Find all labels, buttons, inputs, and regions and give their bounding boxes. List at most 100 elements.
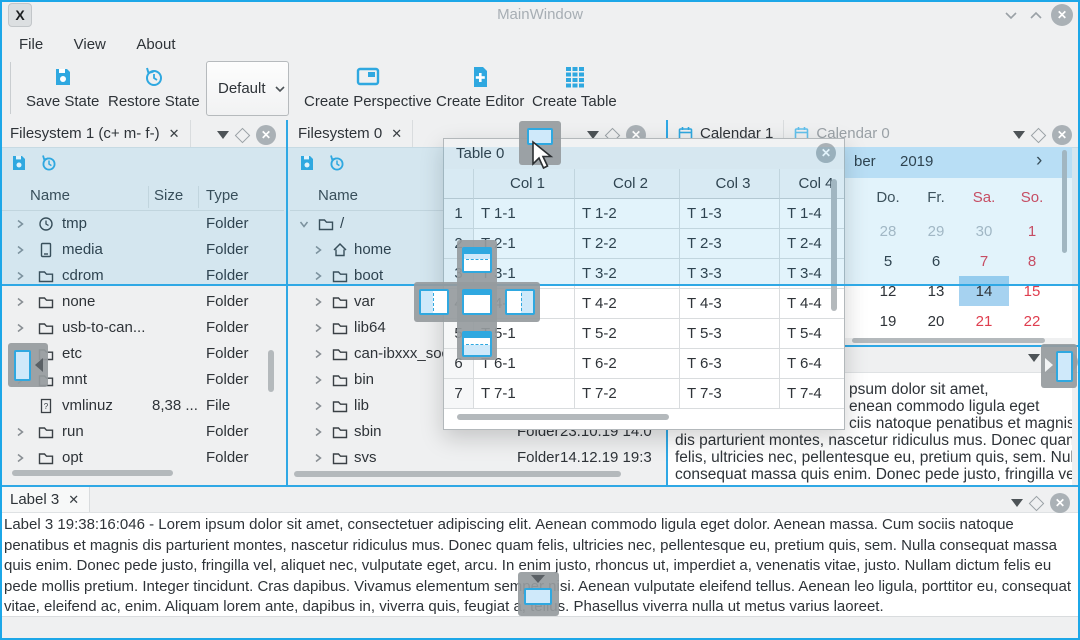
drop-right-icon[interactable] (505, 289, 535, 315)
calendar-day[interactable]: 19 (863, 306, 913, 336)
tree-row[interactable]: usb-to-can...Folder (2, 315, 284, 341)
menu-view[interactable]: View (61, 30, 119, 59)
fs1-vertical-scrollbar[interactable] (268, 350, 274, 392)
table-cell[interactable]: T 1-2 (574, 199, 679, 229)
table-cell[interactable]: T 2-2 (574, 229, 679, 259)
calendar-day[interactable]: 15 (1007, 276, 1057, 306)
drop-edge-bottom-icon[interactable] (524, 588, 552, 605)
calendar-day[interactable]: 7 (959, 246, 1009, 276)
calendar-day[interactable]: 12 (863, 276, 913, 306)
calendar-day[interactable]: 14 (959, 276, 1009, 306)
table-column-header[interactable]: Col 3 (679, 169, 779, 199)
dock-close-icon[interactable]: ✕ (256, 125, 276, 145)
drop-edge-right-icon[interactable] (1056, 351, 1073, 382)
dock-menu-icon[interactable] (1011, 499, 1023, 507)
fs1-save-icon[interactable] (10, 154, 28, 172)
table-row-header[interactable]: 7 (444, 379, 473, 409)
tab-filesystem1[interactable]: Filesystem 1 (c+ m- f-) ✕ (0, 120, 191, 147)
fs0-restore-icon[interactable] (328, 154, 346, 172)
tab-close-icon[interactable]: ✕ (391, 126, 402, 142)
calendar-day[interactable]: 20 (911, 306, 961, 336)
tab-filesystem0[interactable]: Filesystem 0 ✕ (288, 120, 413, 147)
create-table-button[interactable]: Create Table (524, 66, 625, 110)
calendar-day[interactable]: 21 (959, 306, 1009, 336)
calendar-day[interactable]: 28 (863, 216, 913, 246)
table-cell[interactable]: T 5-4 (779, 319, 844, 349)
tree-row[interactable]: noneFolder (2, 289, 284, 315)
dock-menu-icon[interactable] (1028, 354, 1040, 362)
tree-row[interactable]: mediaFolder (2, 237, 284, 263)
calendar-day[interactable]: 13 (911, 276, 961, 306)
table-cell[interactable]: T 5-3 (679, 319, 779, 349)
fs1-tree-header[interactable]: Name Size Type (2, 184, 284, 211)
table-cell[interactable]: T 6-2 (574, 349, 679, 379)
tree-row[interactable]: ?vmlinuz8,38 ...File (2, 393, 284, 419)
table-cell[interactable]: T 1-1 (473, 199, 574, 229)
table-cell[interactable]: T 5-2 (574, 319, 679, 349)
drop-left-icon[interactable] (419, 289, 449, 315)
table-cell[interactable]: T 2-3 (679, 229, 779, 259)
table-cell[interactable]: T 6-3 (679, 349, 779, 379)
menu-about[interactable]: About (123, 30, 188, 59)
table-cell[interactable]: T 6-4 (779, 349, 844, 379)
minimize-icon[interactable] (1003, 8, 1019, 22)
fs0-horizontal-scrollbar[interactable] (294, 471, 621, 477)
dock-close-icon[interactable]: ✕ (1050, 493, 1070, 513)
calendar-next-month-icon[interactable]: › (1036, 150, 1042, 172)
calendar-day[interactable]: 6 (911, 246, 961, 276)
perspective-select[interactable]: Default (206, 61, 289, 116)
toolbar-handle[interactable] (10, 62, 11, 114)
table0-close-icon[interactable]: ✕ (816, 143, 836, 163)
table-cell[interactable]: T 1-3 (679, 199, 779, 229)
table-cell[interactable]: T 3-2 (574, 259, 679, 289)
tree-row[interactable]: tmpFolder (2, 211, 284, 237)
table-cell[interactable]: T 7-2 (574, 379, 679, 409)
drop-edge-left-icon[interactable] (14, 350, 31, 381)
calendar-day[interactable]: 8 (1007, 246, 1057, 276)
table0-titlebar[interactable]: Table 0 ✕ (444, 139, 844, 170)
table-cell[interactable]: T 4-2 (574, 289, 679, 319)
tree-row[interactable]: optFolder (2, 445, 284, 467)
table-cell[interactable]: T 7-1 (473, 379, 574, 409)
create-editor-button[interactable]: Create Editor (428, 66, 532, 110)
calendar-day[interactable]: 30 (959, 216, 1009, 246)
tree-row[interactable]: cdromFolder (2, 263, 284, 289)
table-column-header[interactable]: Col 2 (574, 169, 679, 199)
calendar-day[interactable]: 5 (863, 246, 913, 276)
table-cell[interactable]: T 3-3 (679, 259, 779, 289)
tab-close-icon[interactable]: ✕ (68, 492, 79, 508)
calendar-day[interactable]: 22 (1007, 306, 1057, 336)
create-perspective-button[interactable]: Create Perspective (296, 66, 440, 110)
save-state-button[interactable]: Save State (18, 66, 107, 110)
table-cell[interactable]: T 7-3 (679, 379, 779, 409)
drop-bottom-icon[interactable] (462, 331, 492, 357)
table-row-header[interactable]: 1 (444, 199, 473, 229)
fs0-save-icon[interactable] (298, 154, 316, 172)
tab-label3[interactable]: Label 3 ✕ (0, 487, 90, 512)
dock-close-icon[interactable]: ✕ (1052, 125, 1072, 145)
calendar-day[interactable]: 1 (1007, 216, 1057, 246)
calendar-day[interactable]: 29 (911, 216, 961, 246)
menu-file[interactable]: File (6, 30, 56, 59)
drop-top-icon[interactable] (462, 247, 492, 273)
table-cell[interactable]: T 7-4 (779, 379, 844, 409)
restore-state-button[interactable]: Restore State (100, 66, 208, 110)
drop-center-icon[interactable] (462, 289, 492, 315)
maximize-icon[interactable] (1028, 8, 1044, 22)
table0-horizontal-scrollbar[interactable] (457, 414, 669, 420)
fs1-restore-icon[interactable] (40, 154, 58, 172)
dock-float-icon[interactable] (1029, 495, 1045, 511)
fs1-horizontal-scrollbar[interactable] (12, 470, 173, 476)
calendar-vertical-scrollbar[interactable] (1062, 150, 1067, 253)
dock-menu-icon[interactable] (217, 131, 229, 139)
tree-row[interactable]: runFolder (2, 419, 284, 445)
dock-float-icon[interactable] (235, 127, 251, 143)
dock-float-icon[interactable] (1031, 127, 1047, 143)
table-cell[interactable]: T 4-3 (679, 289, 779, 319)
table-column-header[interactable]: Col 1 (473, 169, 574, 199)
tree-row[interactable]: svsFolder14.12.19 19:3 (290, 445, 664, 467)
table0-vertical-scrollbar[interactable] (831, 179, 837, 311)
window-close-icon[interactable]: ✕ (1051, 4, 1073, 26)
tab-close-icon[interactable]: ✕ (169, 126, 180, 142)
calendar-horizontal-scrollbar[interactable] (852, 338, 1045, 343)
